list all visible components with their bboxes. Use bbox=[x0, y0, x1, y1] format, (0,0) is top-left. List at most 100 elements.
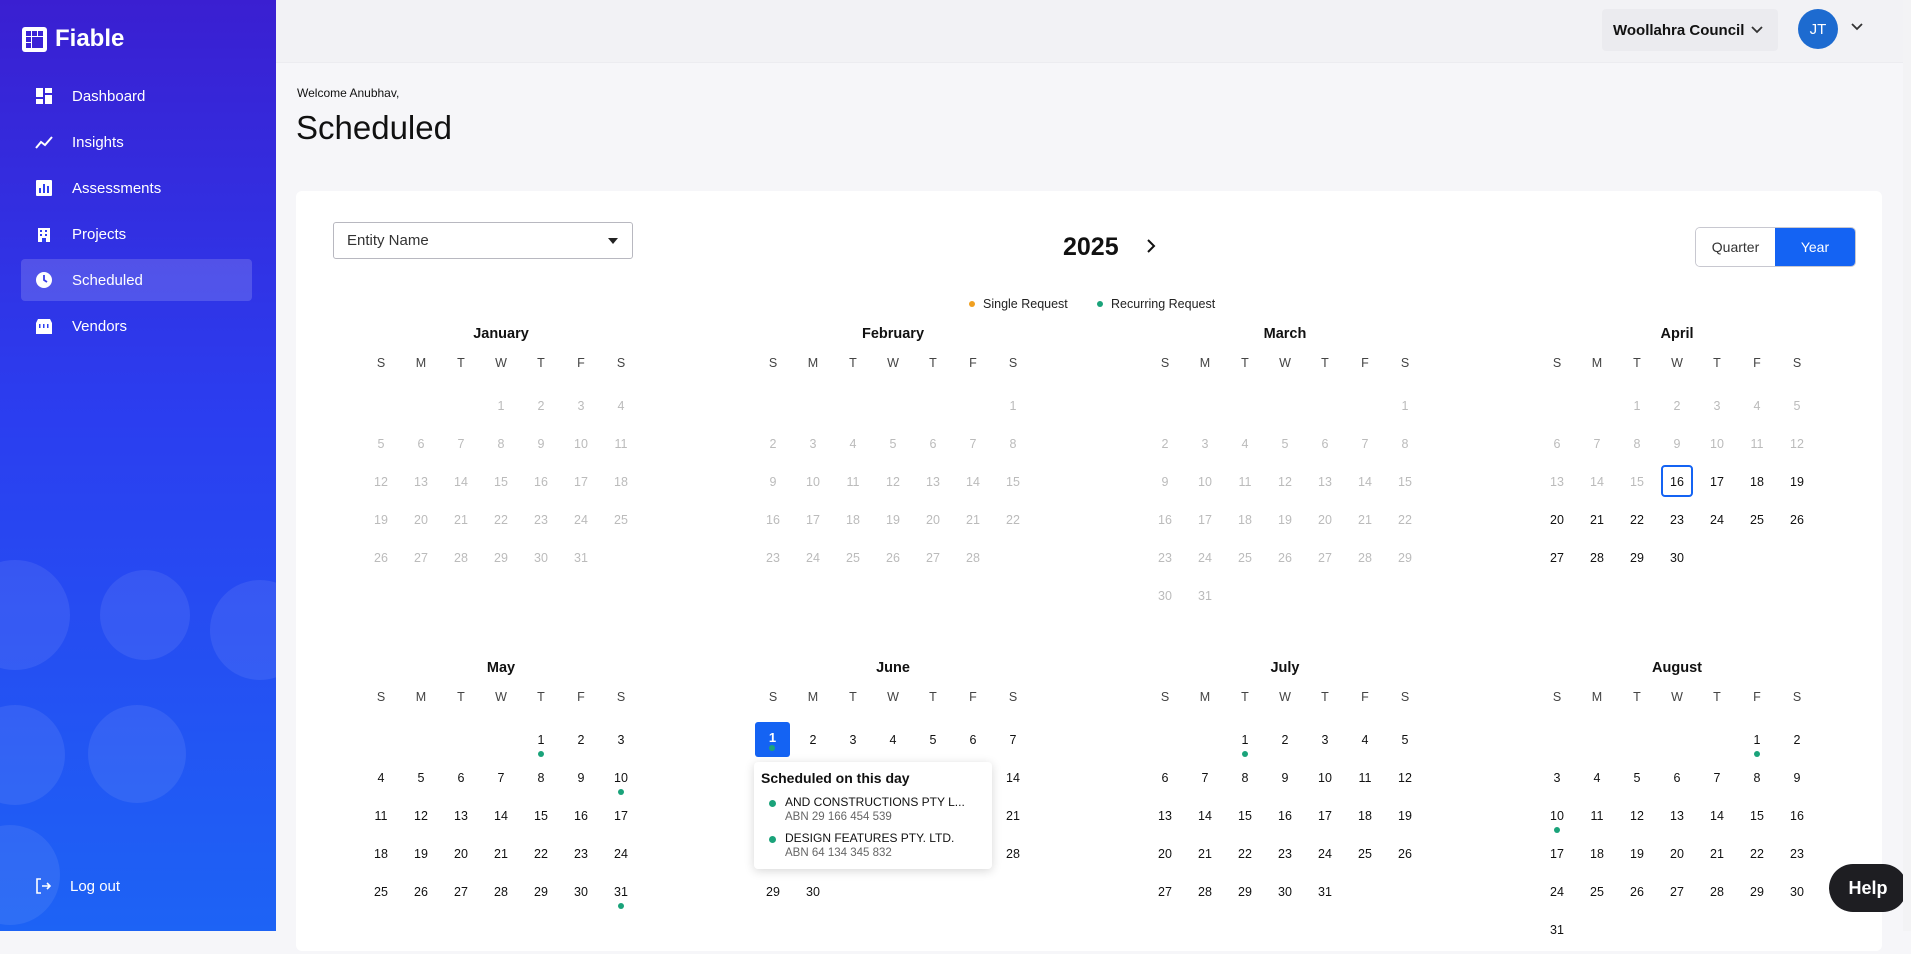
calendar-day[interactable]: 10 bbox=[601, 768, 641, 802]
calendar-day[interactable]: 14 bbox=[1185, 806, 1225, 840]
calendar-day[interactable]: 16 bbox=[1657, 472, 1697, 506]
calendar-day[interactable]: 7 bbox=[1577, 434, 1617, 468]
calendar-day[interactable]: 19 bbox=[361, 510, 401, 544]
calendar-day[interactable]: 6 bbox=[401, 434, 441, 468]
calendar-day[interactable]: 18 bbox=[1225, 510, 1265, 544]
sidebar-item-insights[interactable]: Insights bbox=[21, 121, 252, 163]
calendar-day[interactable]: 3 bbox=[833, 730, 873, 764]
calendar-day[interactable]: 5 bbox=[913, 730, 953, 764]
calendar-day[interactable]: 30 bbox=[1657, 548, 1697, 582]
calendar-day[interactable]: 25 bbox=[1577, 882, 1617, 916]
calendar-day[interactable]: 21 bbox=[1697, 844, 1737, 878]
sidebar-item-dashboard[interactable]: Dashboard bbox=[21, 75, 252, 117]
calendar-day[interactable]: 15 bbox=[1617, 472, 1657, 506]
calendar-day[interactable]: 27 bbox=[913, 548, 953, 582]
calendar-day[interactable]: 11 bbox=[1737, 434, 1777, 468]
calendar-day[interactable]: 31 bbox=[1305, 882, 1345, 916]
calendar-day[interactable]: 17 bbox=[1185, 510, 1225, 544]
calendar-day[interactable]: 25 bbox=[1345, 844, 1385, 878]
help-button[interactable]: Help bbox=[1829, 864, 1907, 912]
calendar-day[interactable]: 10 bbox=[793, 472, 833, 506]
calendar-day[interactable]: 3 bbox=[601, 730, 641, 764]
calendar-day[interactable]: 16 bbox=[561, 806, 601, 840]
calendar-day[interactable]: 14 bbox=[1577, 472, 1617, 506]
popover-entry[interactable]: DESIGN FEATURES PTY. LTD. ABN 64 134 345… bbox=[785, 831, 954, 859]
calendar-day[interactable]: 21 bbox=[481, 844, 521, 878]
calendar-day[interactable]: 4 bbox=[873, 730, 913, 764]
calendar-day[interactable]: 22 bbox=[521, 844, 561, 878]
calendar-day[interactable]: 25 bbox=[1737, 510, 1777, 544]
calendar-day[interactable]: 9 bbox=[1265, 768, 1305, 802]
sidebar-item-scheduled[interactable]: Scheduled bbox=[21, 259, 252, 301]
calendar-day[interactable]: 19 bbox=[1385, 806, 1425, 840]
calendar-day[interactable]: 12 bbox=[873, 472, 913, 506]
calendar-day[interactable]: 9 bbox=[1777, 768, 1817, 802]
calendar-day[interactable]: 20 bbox=[1537, 510, 1577, 544]
calendar-day[interactable]: 23 bbox=[1777, 844, 1817, 878]
calendar-day[interactable]: 27 bbox=[441, 882, 481, 916]
calendar-day[interactable]: 22 bbox=[993, 510, 1033, 544]
calendar-day[interactable]: 20 bbox=[441, 844, 481, 878]
calendar-day[interactable]: 9 bbox=[753, 472, 793, 506]
calendar-day[interactable]: 15 bbox=[1225, 806, 1265, 840]
calendar-day[interactable]: 19 bbox=[873, 510, 913, 544]
calendar-day[interactable]: 3 bbox=[1305, 730, 1345, 764]
calendar-day[interactable]: 6 bbox=[1537, 434, 1577, 468]
calendar-day[interactable]: 13 bbox=[401, 472, 441, 506]
calendar-day[interactable]: 27 bbox=[1305, 548, 1345, 582]
calendar-day[interactable]: 12 bbox=[1617, 806, 1657, 840]
calendar-day[interactable]: 26 bbox=[1385, 844, 1425, 878]
calendar-day[interactable]: 1 bbox=[521, 730, 561, 764]
calendar-day[interactable]: 24 bbox=[1697, 510, 1737, 544]
calendar-day[interactable]: 7 bbox=[1345, 434, 1385, 468]
popover-entry[interactable]: AND CONSTRUCTIONS PTY L... ABN 29 166 45… bbox=[785, 795, 965, 823]
calendar-day[interactable]: 22 bbox=[481, 510, 521, 544]
calendar-day[interactable]: 26 bbox=[873, 548, 913, 582]
calendar-day[interactable]: 29 bbox=[521, 882, 561, 916]
calendar-day[interactable]: 1 bbox=[1385, 396, 1425, 430]
calendar-day[interactable]: 20 bbox=[1657, 844, 1697, 878]
calendar-day[interactable]: 13 bbox=[1537, 472, 1577, 506]
calendar-day[interactable]: 27 bbox=[401, 548, 441, 582]
calendar-day[interactable]: 25 bbox=[1225, 548, 1265, 582]
calendar-day[interactable]: 28 bbox=[1185, 882, 1225, 916]
calendar-day[interactable]: 25 bbox=[833, 548, 873, 582]
calendar-day[interactable]: 19 bbox=[1617, 844, 1657, 878]
calendar-day[interactable]: 6 bbox=[1657, 768, 1697, 802]
calendar-day[interactable]: 13 bbox=[441, 806, 481, 840]
calendar-day[interactable]: 8 bbox=[481, 434, 521, 468]
calendar-day[interactable]: 17 bbox=[601, 806, 641, 840]
calendar-day[interactable]: 11 bbox=[833, 472, 873, 506]
calendar-day[interactable]: 9 bbox=[1145, 472, 1185, 506]
calendar-day[interactable]: 4 bbox=[833, 434, 873, 468]
calendar-day[interactable]: 10 bbox=[1185, 472, 1225, 506]
calendar-day[interactable]: 16 bbox=[1265, 806, 1305, 840]
calendar-day[interactable]: 2 bbox=[1657, 396, 1697, 430]
calendar-day[interactable]: 31 bbox=[1537, 920, 1577, 954]
calendar-day[interactable]: 3 bbox=[793, 434, 833, 468]
calendar-day[interactable]: 13 bbox=[1305, 472, 1345, 506]
calendar-day[interactable]: 8 bbox=[1737, 768, 1777, 802]
calendar-day[interactable]: 4 bbox=[601, 396, 641, 430]
calendar-day[interactable]: 15 bbox=[521, 806, 561, 840]
calendar-day[interactable]: 29 bbox=[1737, 882, 1777, 916]
calendar-day[interactable]: 10 bbox=[1697, 434, 1737, 468]
calendar-day[interactable]: 25 bbox=[601, 510, 641, 544]
calendar-day[interactable]: 20 bbox=[401, 510, 441, 544]
calendar-day[interactable]: 30 bbox=[1265, 882, 1305, 916]
calendar-day[interactable]: 11 bbox=[361, 806, 401, 840]
calendar-day[interactable]: 7 bbox=[481, 768, 521, 802]
logout-button[interactable]: Log out bbox=[34, 877, 120, 895]
calendar-day[interactable]: 1 bbox=[481, 396, 521, 430]
calendar-day-selected[interactable]: 1 bbox=[755, 722, 790, 757]
calendar-day[interactable]: 31 bbox=[1185, 586, 1225, 620]
calendar-day[interactable]: 11 bbox=[1225, 472, 1265, 506]
calendar-day[interactable]: 29 bbox=[753, 882, 793, 916]
calendar-day[interactable]: 17 bbox=[1537, 844, 1577, 878]
page-scrollbar[interactable] bbox=[1903, 0, 1911, 931]
calendar-day[interactable]: 28 bbox=[1345, 548, 1385, 582]
calendar-day[interactable]: 6 bbox=[953, 730, 993, 764]
calendar-day[interactable]: 8 bbox=[521, 768, 561, 802]
app-logo[interactable]: Fiable bbox=[22, 25, 124, 53]
calendar-day[interactable]: 1 bbox=[1737, 730, 1777, 764]
